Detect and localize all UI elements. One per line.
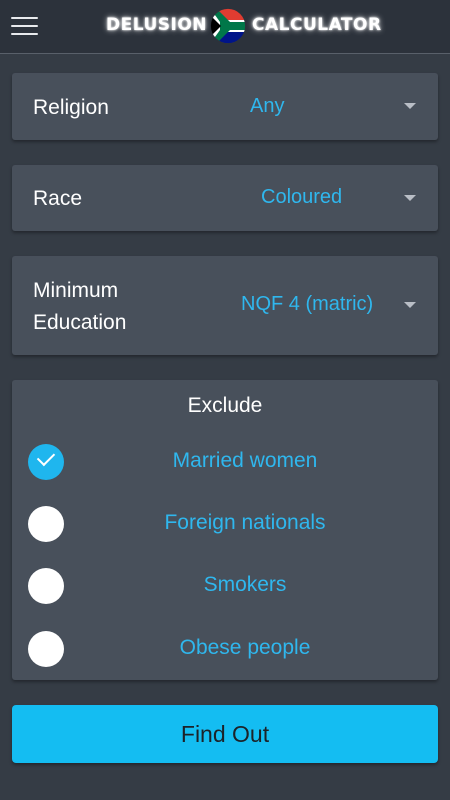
religion-dropdown[interactable]: Religion Any <box>12 73 438 140</box>
south-africa-flag-icon <box>210 8 246 44</box>
education-dropdown[interactable]: Minimum Education NQF 4 (matric) <box>12 256 438 355</box>
exclude-option-label: Obese people <box>179 636 311 659</box>
menu-bar <box>11 33 38 35</box>
exclude-option-smokers[interactable]: Smokers <box>12 561 438 611</box>
education-value: NQF 4 (matric) <box>241 293 374 315</box>
exclude-option-label: Foreign nationals <box>164 511 326 534</box>
logo-text-left: DELUSION <box>106 15 208 35</box>
logo-text-right: CALCULATOR <box>252 15 382 35</box>
app-logo: DELUSION CALCULATOR <box>106 8 386 44</box>
race-value: Coloured <box>261 186 343 208</box>
race-dropdown[interactable]: Race Coloured <box>12 165 438 231</box>
religion-label: Religion <box>33 96 109 119</box>
chevron-down-icon <box>404 195 416 201</box>
education-label-line2: Education <box>33 311 127 334</box>
religion-value: Any <box>250 95 285 117</box>
menu-bar <box>11 25 38 27</box>
chevron-down-icon <box>404 302 416 308</box>
exclude-option-label: Married women <box>172 449 318 472</box>
find-out-button[interactable]: Find Out <box>12 705 438 763</box>
chevron-down-icon <box>404 103 416 109</box>
exclude-title: Exclude <box>187 394 263 417</box>
exclude-option-married-women[interactable]: Married women <box>12 437 438 487</box>
hamburger-menu-icon[interactable] <box>11 14 39 38</box>
menu-bar <box>11 17 38 19</box>
exclude-panel: Exclude Married women Foreign nationals … <box>12 380 438 680</box>
app-header: DELUSION CALCULATOR <box>0 0 450 54</box>
exclude-option-obese-people[interactable]: Obese people <box>12 624 438 674</box>
exclude-option-label: Smokers <box>203 573 287 596</box>
exclude-option-foreign-nationals[interactable]: Foreign nationals <box>12 499 438 549</box>
race-label: Race <box>33 187 83 210</box>
education-label-line1: Minimum <box>33 279 119 302</box>
